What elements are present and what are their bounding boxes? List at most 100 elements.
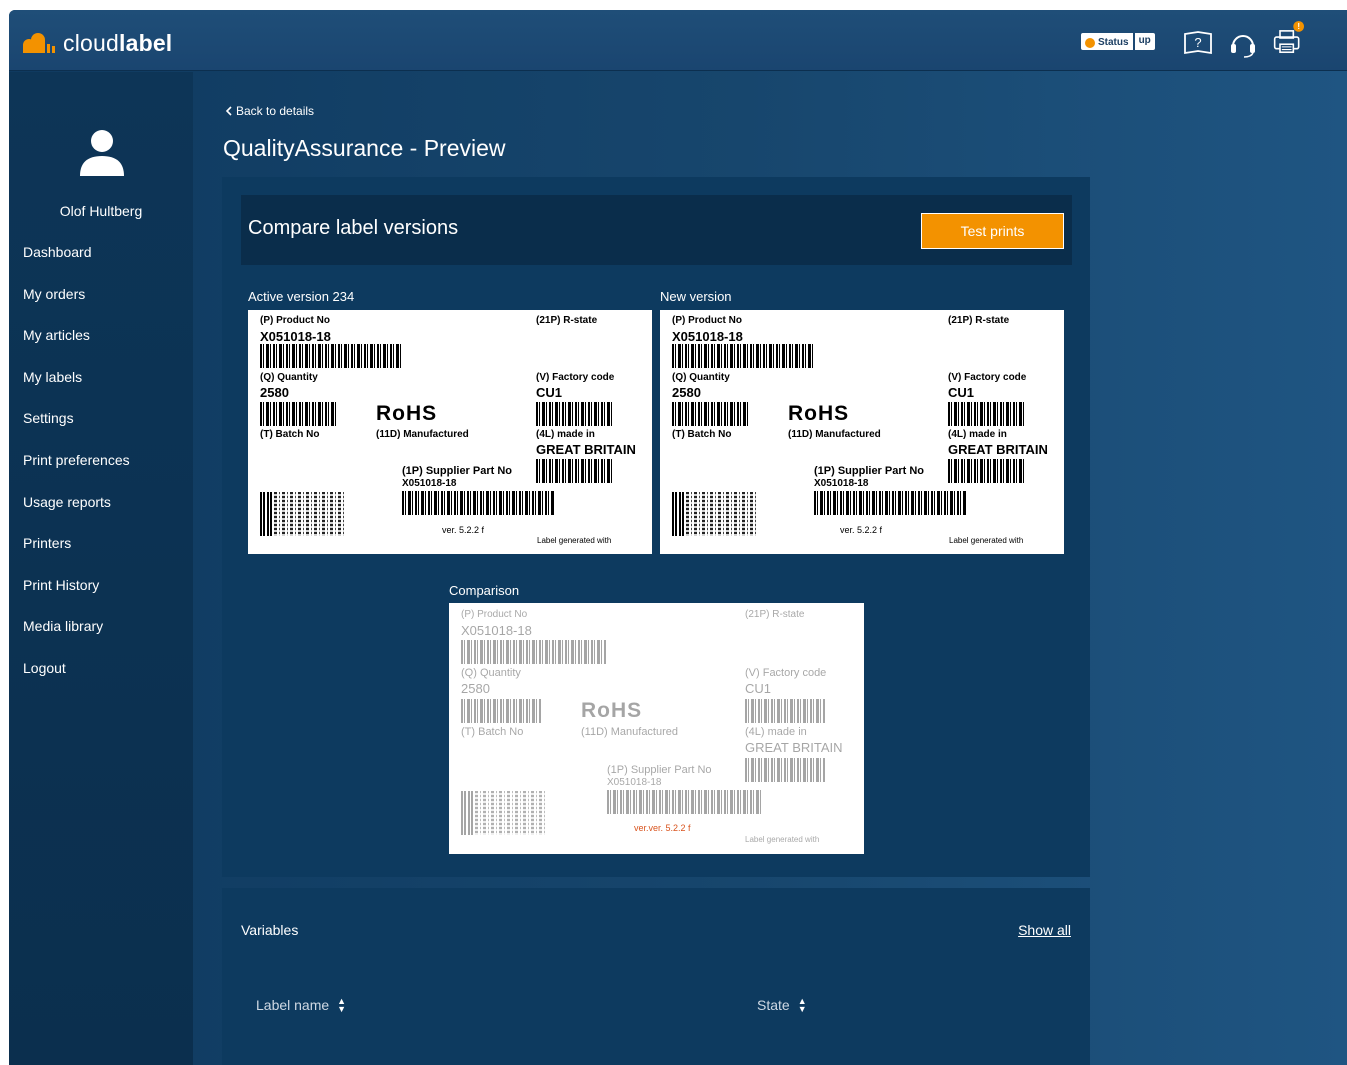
supplier-no: X051018-18 <box>814 478 869 489</box>
version-text: ver. 5.2.2 f <box>840 525 883 535</box>
back-link-label: Back to details <box>236 104 315 118</box>
product-no: X051018-18 <box>461 623 532 638</box>
sidebar-item-my-orders[interactable]: My orders <box>23 285 130 327</box>
rstate-caption: (21P) R-state <box>745 609 805 620</box>
sidebar-item-settings[interactable]: Settings <box>23 409 130 451</box>
supplier-caption: (1P) Supplier Part No <box>402 465 513 477</box>
status-badge[interactable]: Status up <box>1081 33 1155 50</box>
product-no-caption: (P) Product No <box>672 315 742 326</box>
cloud-logo-icon <box>23 33 55 53</box>
sidebar-item-logout[interactable]: Logout <box>23 659 130 701</box>
active-version-label: Active version 234 <box>248 289 355 304</box>
sidebar-item-my-labels[interactable]: My labels <box>23 368 130 410</box>
top-bar: cloudlabel Status up ? ! <box>9 10 1347 71</box>
made-in: GREAT BRITAIN <box>948 442 1048 457</box>
user-name: Olof Hultberg <box>59 203 143 219</box>
status-label: Status <box>1081 33 1133 50</box>
compare-panel: Compare label versions Test prints Activ… <box>222 177 1090 877</box>
supplier-no: X051018-18 <box>607 777 662 788</box>
product-no-barcode <box>461 640 607 664</box>
product-no: X051018-18 <box>672 329 743 344</box>
sidebar-nav: Dashboard My orders My articles My label… <box>23 243 130 701</box>
made-in-caption: (4L) made in <box>745 726 807 738</box>
datamatrix-code <box>260 492 346 536</box>
made-in-caption: (4L) made in <box>948 429 1007 440</box>
sidebar-item-print-preferences[interactable]: Print preferences <box>23 451 130 493</box>
manufactured-caption: (11D) Manufactured <box>788 429 881 440</box>
sidebar-item-media-library[interactable]: Media library <box>23 617 130 659</box>
sort-icon: ▲ ▼ <box>797 996 807 1014</box>
variables-panel: Variables Show all Label name ▲ ▼ State ▲… <box>222 888 1090 1065</box>
sidebar-item-dashboard[interactable]: Dashboard <box>23 243 130 285</box>
supplier-no: X051018-18 <box>402 478 457 489</box>
compare-header: Compare label versions Test prints <box>241 195 1072 265</box>
cloudlabel-logo[interactable]: cloudlabel <box>23 30 172 56</box>
manufactured-caption: (11D) Manufactured <box>581 726 679 738</box>
datamatrix-code <box>461 791 547 835</box>
new-version-label-preview[interactable]: (P) Product No (21P) R-state X051018-18 … <box>660 310 1064 554</box>
datamatrix-code <box>672 492 758 536</box>
column-header-label-name[interactable]: Label name ▲ ▼ <box>256 996 347 1014</box>
rohs-mark: RoHS <box>788 402 850 425</box>
factory-code: CU1 <box>745 681 772 696</box>
status-dot-icon <box>1085 37 1095 48</box>
column-header-state[interactable]: State ▲ ▼ <box>757 996 807 1014</box>
quantity-caption: (Q) Quantity <box>260 372 318 383</box>
supplier-barcode <box>814 491 966 515</box>
made-in-barcode <box>536 459 614 483</box>
compare-title: Compare label versions <box>248 217 459 239</box>
factory-barcode <box>745 699 825 723</box>
app-window: cloudlabel Status up ? ! Olof Hultberg D… <box>9 10 1347 1065</box>
comparison-label-preview[interactable]: (P) Product No (21P) R-state X051018-18 … <box>449 603 864 854</box>
quantity-barcode <box>672 402 750 426</box>
manufactured-caption: (11D) Manufactured <box>376 429 469 440</box>
supplier-barcode <box>607 790 763 814</box>
factory-caption: (V) Factory code <box>745 667 827 679</box>
supplier-caption: (1P) Supplier Part No <box>814 465 925 477</box>
new-version-label: New version <box>660 289 732 304</box>
quantity: 2580 <box>461 681 490 696</box>
comparison-label: Comparison <box>449 583 520 598</box>
product-no-caption: (P) Product No <box>260 315 330 326</box>
column-label-name: Label name <box>256 997 330 1013</box>
sidebar: Olof Hultberg Dashboard My orders My art… <box>9 72 193 1065</box>
sidebar-item-my-articles[interactable]: My articles <box>23 326 130 368</box>
column-state: State <box>757 997 790 1013</box>
sort-icon: ▲ ▼ <box>337 996 347 1014</box>
support-headset-icon[interactable] <box>1227 28 1259 58</box>
made-in-barcode <box>745 758 825 782</box>
back-link[interactable]: Back to details <box>225 104 314 118</box>
user-avatar-icon[interactable] <box>79 129 125 177</box>
product-no: X051018-18 <box>260 329 331 344</box>
generated-text: Label generated with <box>537 536 612 545</box>
sidebar-item-usage-reports[interactable]: Usage reports <box>23 493 130 535</box>
sidebar-item-print-history[interactable]: Print History <box>23 576 130 618</box>
rstate-caption: (21P) R-state <box>536 315 598 326</box>
printer-alert-icon[interactable]: ! <box>1272 18 1304 58</box>
version-text: ver. 5.2.2 f <box>442 525 485 535</box>
quantity-barcode <box>461 699 541 723</box>
variables-title: Variables <box>241 922 299 938</box>
svg-text:?: ? <box>1194 35 1201 50</box>
rstate-caption: (21P) R-state <box>948 315 1010 326</box>
sidebar-item-printers[interactable]: Printers <box>23 534 130 576</box>
rohs-mark: RoHS <box>376 402 438 425</box>
product-no-barcode <box>260 344 402 368</box>
quantity-caption: (Q) Quantity <box>672 372 730 383</box>
quantity: 2580 <box>672 385 701 400</box>
active-version-label-preview[interactable]: (P) Product No (21P) R-state X051018-18 … <box>248 310 652 554</box>
status-value: up <box>1134 33 1155 50</box>
factory-caption: (V) Factory code <box>948 372 1027 383</box>
quantity-caption: (Q) Quantity <box>461 667 521 679</box>
help-book-icon[interactable]: ? <box>1182 28 1214 58</box>
quantity-barcode <box>260 402 338 426</box>
version-diff-text: ver.ver. 5.2.2 f <box>634 823 691 833</box>
factory-code: CU1 <box>536 385 563 400</box>
factory-caption: (V) Factory code <box>536 372 615 383</box>
batch-caption: (T) Batch No <box>672 429 732 440</box>
made-in: GREAT BRITAIN <box>745 740 843 755</box>
test-prints-button[interactable]: Test prints <box>921 213 1064 249</box>
quantity: 2580 <box>260 385 289 400</box>
show-all-link[interactable]: Show all <box>1018 922 1071 938</box>
factory-barcode <box>536 402 614 426</box>
